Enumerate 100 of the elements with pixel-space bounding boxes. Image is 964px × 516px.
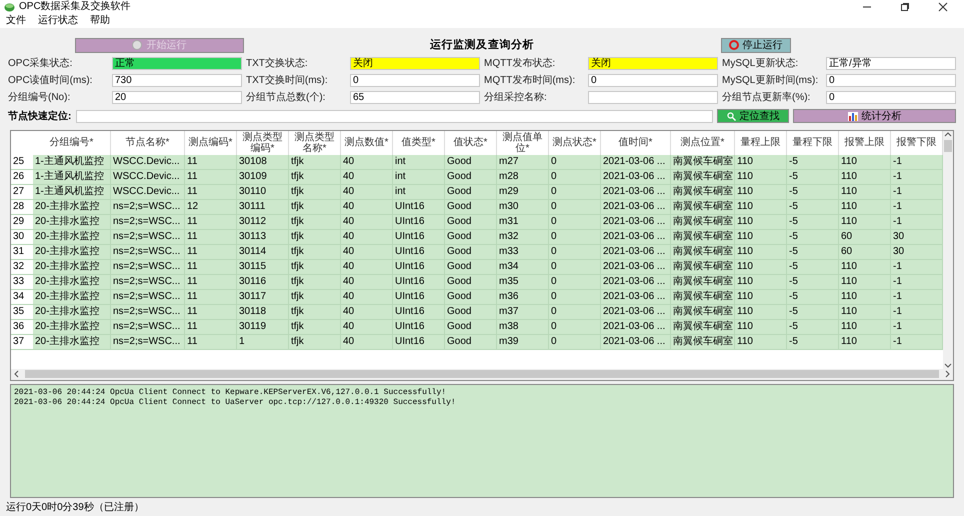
table-cell: -5 xyxy=(787,154,839,168)
table-cell: 南翼候车硐室 xyxy=(671,260,735,274)
text-field[interactable]: 730 xyxy=(112,74,242,86)
table-cell: 2021-03-06 ... xyxy=(601,244,671,258)
table-cell: 1-主通风机监控 xyxy=(33,170,111,184)
table-cell: -5 xyxy=(787,214,839,228)
table-cell: m35 xyxy=(497,274,549,288)
log-line: 2021-03-06 20:44:24 OpcUa Client Connect to Kepware.KEPServerEX.V6,127.0.0.1 Successfully! xyxy=(14,388,448,398)
horizontal-scrollbar[interactable] xyxy=(11,368,953,380)
text-field[interactable]: 0 xyxy=(588,74,718,86)
menu-item[interactable]: 文件 xyxy=(4,15,28,27)
vertical-scrollbar[interactable] xyxy=(943,130,953,368)
table-cell: -5 xyxy=(787,274,839,288)
table-cell: Good xyxy=(445,170,497,184)
table-cell: -5 xyxy=(787,304,839,318)
text-field[interactable]: 0 xyxy=(826,90,956,104)
table-cell: 60 xyxy=(839,230,891,244)
menu-item[interactable]: 帮助 xyxy=(88,15,112,27)
menu-item[interactable]: 运行状态 xyxy=(36,15,80,27)
field-label: 分组节点总数(个): xyxy=(246,90,326,104)
table-cell: 30115 xyxy=(237,260,289,274)
table-cell: int xyxy=(393,184,445,198)
table-cell: UInt16 xyxy=(393,304,445,318)
maximize-icon[interactable] xyxy=(900,2,910,12)
table-cell: 11 xyxy=(185,334,237,348)
table-cell: 110 xyxy=(735,154,787,168)
table-cell: 2021-03-06 ... xyxy=(601,334,671,348)
table-cell: 110 xyxy=(735,184,787,198)
table-cell: 110 xyxy=(839,184,891,198)
scroll-right-icon[interactable] xyxy=(943,370,951,378)
table-cell: ns=2;s=WSC... xyxy=(111,260,185,274)
table-cell: 南翼候车硐室 xyxy=(671,170,735,184)
table-cell: 2021-03-06 ... xyxy=(601,274,671,288)
scroll-left-icon[interactable] xyxy=(13,370,21,378)
table-cell: 110 xyxy=(839,200,891,214)
table-cell: 11 xyxy=(185,274,237,288)
statistics-button[interactable]: 统计分析 xyxy=(793,109,956,123)
table-cell: 40 xyxy=(341,320,393,334)
table-cell: -5 xyxy=(787,244,839,258)
table-cell: Good xyxy=(445,214,497,228)
table-cell: ns=2;s=WSC... xyxy=(111,214,185,228)
table-cell: 11 xyxy=(185,184,237,198)
text-field[interactable]: 关闭 xyxy=(350,56,480,70)
text-field[interactable]: 正常 xyxy=(112,56,242,70)
search-icon xyxy=(726,112,736,120)
table-cell: ns=2;s=WSC... xyxy=(111,244,185,258)
scroll-thumb[interactable] xyxy=(944,140,952,152)
table-cell: 40 xyxy=(341,214,393,228)
locate-button[interactable]: 定位查找 xyxy=(717,109,789,123)
table-cell: 1-主通风机监控 xyxy=(33,184,111,198)
panel-title: 运行监测及查询分析 xyxy=(430,38,534,53)
bar-chart-icon xyxy=(848,112,858,120)
table-cell: 30 xyxy=(891,244,943,258)
table-cell: 1-主通风机监控 xyxy=(33,154,111,168)
table-cell: -1 xyxy=(891,320,943,334)
text-field[interactable]: 关闭 xyxy=(588,56,718,70)
table-cell: tfjk xyxy=(289,230,341,244)
scroll-up-icon[interactable] xyxy=(944,130,952,138)
table-cell: m27 xyxy=(497,154,549,168)
table-cell: 20-主排水监控 xyxy=(33,244,111,258)
table-cell: Good xyxy=(445,274,497,288)
table-cell: 110 xyxy=(735,260,787,274)
stop-icon xyxy=(728,40,738,50)
table-cell: tfjk xyxy=(289,184,341,198)
text-field[interactable]: 0 xyxy=(826,74,956,86)
field-label: OPC读值时间(ms): xyxy=(8,74,94,88)
table-cell: 2021-03-06 ... xyxy=(601,170,671,184)
table-cell: m30 xyxy=(497,200,549,214)
table-cell: 11 xyxy=(185,290,237,304)
table-cell: 11 xyxy=(185,244,237,258)
table-cell: 110 xyxy=(735,320,787,334)
table-cell: WSCC.Devic... xyxy=(111,170,185,184)
table-cell: -1 xyxy=(891,184,943,198)
table-cell: 南翼候车硐室 xyxy=(671,320,735,334)
table-cell: -1 xyxy=(891,154,943,168)
table-cell: Good xyxy=(445,304,497,318)
table-cell: 110 xyxy=(839,290,891,304)
table-cell: 20-主排水监控 xyxy=(33,334,111,348)
locate-field[interactable] xyxy=(76,110,713,122)
stop-button[interactable]: 停止运行 xyxy=(720,38,790,53)
table-cell: 40 xyxy=(341,304,393,318)
table-cell: 南翼候车硐室 xyxy=(671,214,735,228)
table-cell: 南翼候车硐室 xyxy=(671,200,735,214)
status-text: 运行0天0时0分39秒（已注册） xyxy=(6,500,144,514)
text-field[interactable]: 正常/异常 xyxy=(826,56,956,70)
table-cell: tfjk xyxy=(289,214,341,228)
scroll-thumb[interactable] xyxy=(25,370,939,378)
text-field[interactable]: 65 xyxy=(350,90,480,104)
table-cell: 20-主排水监控 xyxy=(33,320,111,334)
scroll-down-icon[interactable] xyxy=(944,360,952,368)
field-label: 分组编号(No): xyxy=(8,90,72,104)
text-field[interactable]: 0 xyxy=(350,74,480,86)
text-field[interactable]: 20 xyxy=(112,90,242,104)
table-cell: 110 xyxy=(839,334,891,348)
text-field[interactable] xyxy=(588,90,718,104)
table-cell: 60 xyxy=(839,244,891,258)
table-cell: WSCC.Devic... xyxy=(111,154,185,168)
table-cell: -1 xyxy=(891,170,943,184)
close-icon[interactable] xyxy=(938,2,948,12)
table-cell: 0 xyxy=(549,304,601,318)
